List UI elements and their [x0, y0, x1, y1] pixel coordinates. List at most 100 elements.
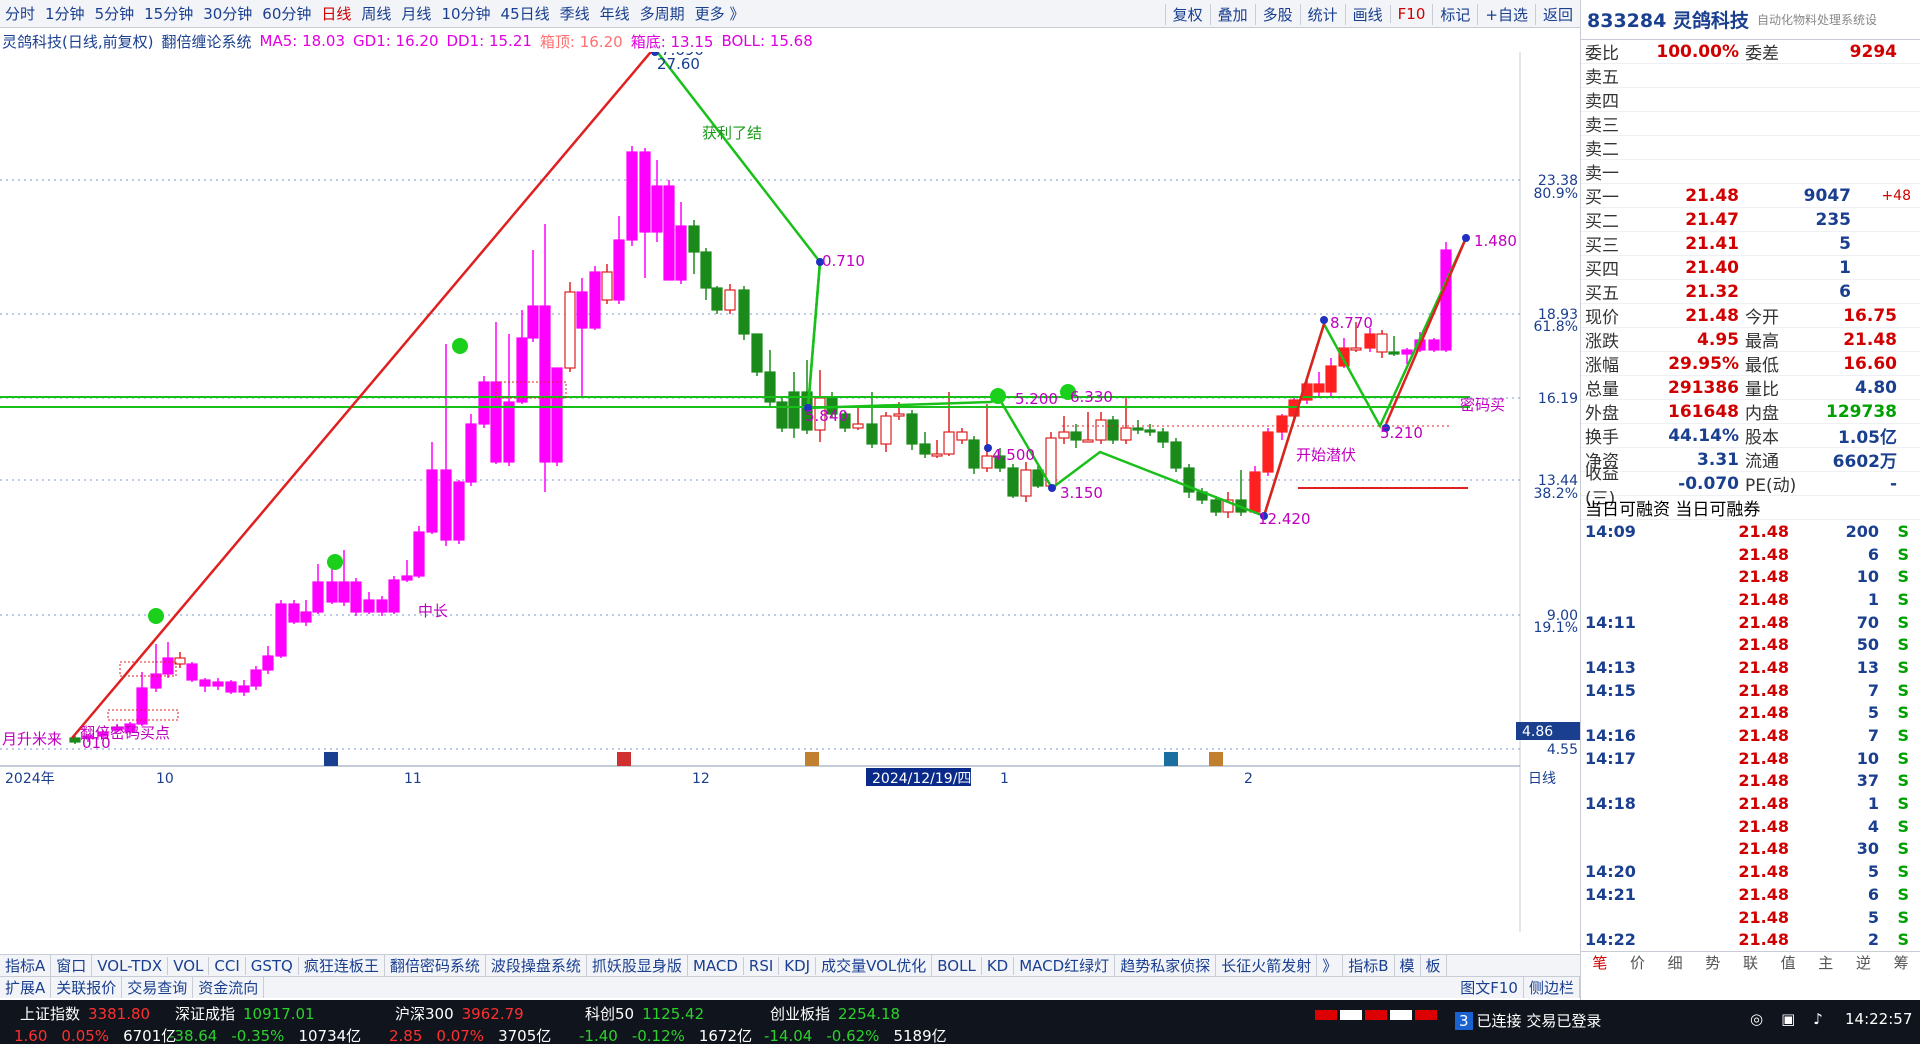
candle[interactable] — [136, 687, 148, 725]
candle[interactable] — [639, 151, 651, 233]
candle[interactable] — [919, 443, 931, 455]
toolbar-btn-8[interactable]: 返回 — [1534, 3, 1580, 25]
index-name-3[interactable]: 科创50 1125.42 — [585, 1003, 704, 1024]
candle[interactable] — [1007, 467, 1019, 497]
indicator-tab-9[interactable]: 抓妖股显身版 — [587, 955, 688, 976]
indicator-tab-19[interactable]: 》 — [1317, 955, 1344, 976]
candle[interactable] — [688, 225, 700, 253]
candle[interactable] — [866, 423, 878, 445]
candle[interactable] — [1364, 333, 1376, 349]
candle[interactable] — [465, 423, 477, 483]
indicator-tab-12[interactable]: KDJ — [779, 956, 817, 975]
period-tab-6[interactable]: 日线 — [316, 3, 356, 24]
indicator-tab-17[interactable]: 趋势私家侦探 — [1115, 955, 1217, 976]
indicator-tab-15[interactable]: KD — [982, 956, 1015, 975]
candle[interactable] — [626, 151, 638, 241]
panel-tab-7[interactable]: 逆 — [1856, 952, 1871, 973]
candle[interactable] — [880, 415, 892, 445]
candle[interactable] — [738, 289, 750, 335]
event-marker[interactable] — [617, 752, 631, 766]
panel-tab-1[interactable]: 价 — [1630, 952, 1645, 973]
candle[interactable] — [613, 239, 625, 301]
period-tab-0[interactable]: 分时 — [0, 3, 40, 24]
indicator-tab-14[interactable]: BOLL — [932, 956, 982, 975]
candle[interactable] — [326, 581, 338, 603]
toolbar-btn-7[interactable]: +自选 — [1477, 3, 1535, 25]
indicator-tab-22[interactable]: 板 — [1421, 955, 1447, 976]
candle[interactable] — [376, 599, 388, 613]
candle[interactable] — [1058, 431, 1070, 439]
index-name-0[interactable]: 上证指数 3381.80 — [20, 1003, 150, 1024]
candle[interactable] — [300, 611, 312, 623]
candle[interactable] — [724, 289, 736, 311]
candle[interactable] — [893, 413, 905, 417]
pivot-point[interactable] — [1048, 484, 1056, 492]
toolbar-btn-3[interactable]: 统计 — [1299, 3, 1345, 25]
candle[interactable] — [1120, 427, 1132, 441]
candle[interactable] — [956, 431, 968, 441]
indicator-tab-1[interactable]: 窗口 — [51, 955, 93, 976]
candle[interactable] — [1338, 347, 1350, 367]
candle[interactable] — [69, 737, 81, 743]
candle[interactable] — [943, 431, 955, 455]
toolbar-btn-0[interactable]: 复权 — [1164, 3, 1210, 25]
period-tab-13[interactable]: 多周期 — [635, 3, 690, 24]
candle[interactable] — [426, 469, 438, 533]
candle[interactable] — [1313, 383, 1325, 393]
period-tab-2[interactable]: 5分钟 — [90, 3, 140, 24]
period-tab-3[interactable]: 15分钟 — [139, 3, 198, 24]
period-tab-12[interactable]: 年线 — [595, 3, 635, 24]
candle[interactable] — [651, 185, 663, 233]
indicator-tab-7[interactable]: 翻倍密码系统 — [385, 955, 486, 976]
indicator-tab-21[interactable]: 模 — [1395, 955, 1421, 976]
candle[interactable] — [363, 599, 375, 613]
event-marker[interactable] — [1164, 752, 1178, 766]
period-tab-1[interactable]: 1分钟 — [40, 3, 90, 24]
candle[interactable] — [776, 401, 788, 429]
period-tab-8[interactable]: 月线 — [396, 3, 436, 24]
candle[interactable] — [453, 481, 465, 541]
candle[interactable] — [1170, 441, 1182, 469]
chat-icon[interactable]: ▣ — [1781, 1010, 1795, 1028]
toolbar-btn-2[interactable]: 多股 — [1254, 3, 1300, 25]
candle[interactable] — [906, 413, 918, 445]
panel-tab-8[interactable]: 筹 — [1894, 952, 1909, 973]
candle[interactable] — [1132, 427, 1144, 431]
indicator-tab-4[interactable]: CCI — [209, 956, 246, 975]
signal-dot[interactable] — [452, 338, 468, 354]
candle[interactable] — [981, 455, 993, 469]
candle[interactable] — [539, 305, 551, 463]
ext-tab-3[interactable]: 资金流向 — [193, 977, 265, 998]
panel-tab-5[interactable]: 值 — [1781, 952, 1796, 973]
candle[interactable] — [1428, 339, 1440, 351]
panel-tab-0[interactable]: 笔 — [1592, 952, 1607, 973]
candle[interactable] — [440, 469, 452, 541]
period-tab-4[interactable]: 30分钟 — [198, 3, 257, 24]
toolbar-btn-1[interactable]: 叠加 — [1209, 3, 1255, 25]
candle[interactable] — [1350, 347, 1362, 351]
toolbar-btn-5[interactable]: F10 — [1389, 5, 1433, 23]
indicator-tab-6[interactable]: 疯狂连板王 — [299, 955, 385, 976]
candle[interactable] — [212, 681, 224, 687]
panel-tab-6[interactable]: 主 — [1818, 952, 1833, 973]
candle[interactable] — [186, 663, 198, 681]
candle[interactable] — [968, 439, 980, 469]
candle[interactable] — [199, 679, 211, 687]
indicator-tab-11[interactable]: RSI — [744, 956, 780, 975]
candle[interactable] — [338, 581, 350, 603]
candle[interactable] — [527, 305, 539, 339]
index-name-2[interactable]: 沪深300 3962.79 — [395, 1003, 524, 1024]
candle[interactable] — [312, 581, 324, 613]
sidebar-button[interactable]: 侧边栏 — [1524, 977, 1580, 998]
toolbar-btn-4[interactable]: 画线 — [1344, 3, 1390, 25]
candle[interactable] — [1020, 469, 1032, 497]
panel-tab-3[interactable]: 势 — [1705, 952, 1720, 973]
candle[interactable] — [478, 381, 490, 425]
f10-button[interactable]: 图文F10 — [1455, 977, 1524, 998]
candle[interactable] — [601, 271, 613, 301]
candle[interactable] — [250, 669, 262, 687]
toolbar-btn-6[interactable]: 标记 — [1432, 3, 1477, 25]
candle[interactable] — [711, 287, 723, 311]
ext-tab-1[interactable]: 关联报价 — [51, 977, 123, 998]
candle[interactable] — [162, 657, 174, 675]
